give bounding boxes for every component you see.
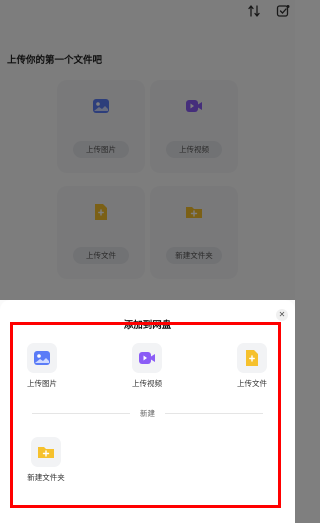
upload-image-button[interactable]: 上传图片 bbox=[12, 343, 72, 403]
divider-left bbox=[32, 413, 130, 414]
folder-icon bbox=[38, 447, 54, 458]
divider-right bbox=[165, 413, 263, 414]
upload-file-button[interactable]: 上传文件 bbox=[222, 343, 282, 403]
upload-video-button[interactable]: 上传视频 bbox=[117, 343, 177, 403]
action-label: 上传图片 bbox=[27, 379, 57, 388]
section-label: 新建 bbox=[140, 409, 155, 418]
image-icon bbox=[34, 351, 50, 365]
file-icon bbox=[246, 350, 258, 366]
modal-backdrop[interactable] bbox=[0, 0, 295, 300]
new-folder-button[interactable]: 新建文件夹 bbox=[16, 437, 76, 497]
action-label: 上传文件 bbox=[237, 379, 267, 388]
video-icon bbox=[139, 352, 155, 364]
action-label: 上传视频 bbox=[132, 379, 162, 388]
action-label: 新建文件夹 bbox=[27, 473, 65, 482]
close-icon[interactable]: ✕ bbox=[276, 309, 288, 321]
